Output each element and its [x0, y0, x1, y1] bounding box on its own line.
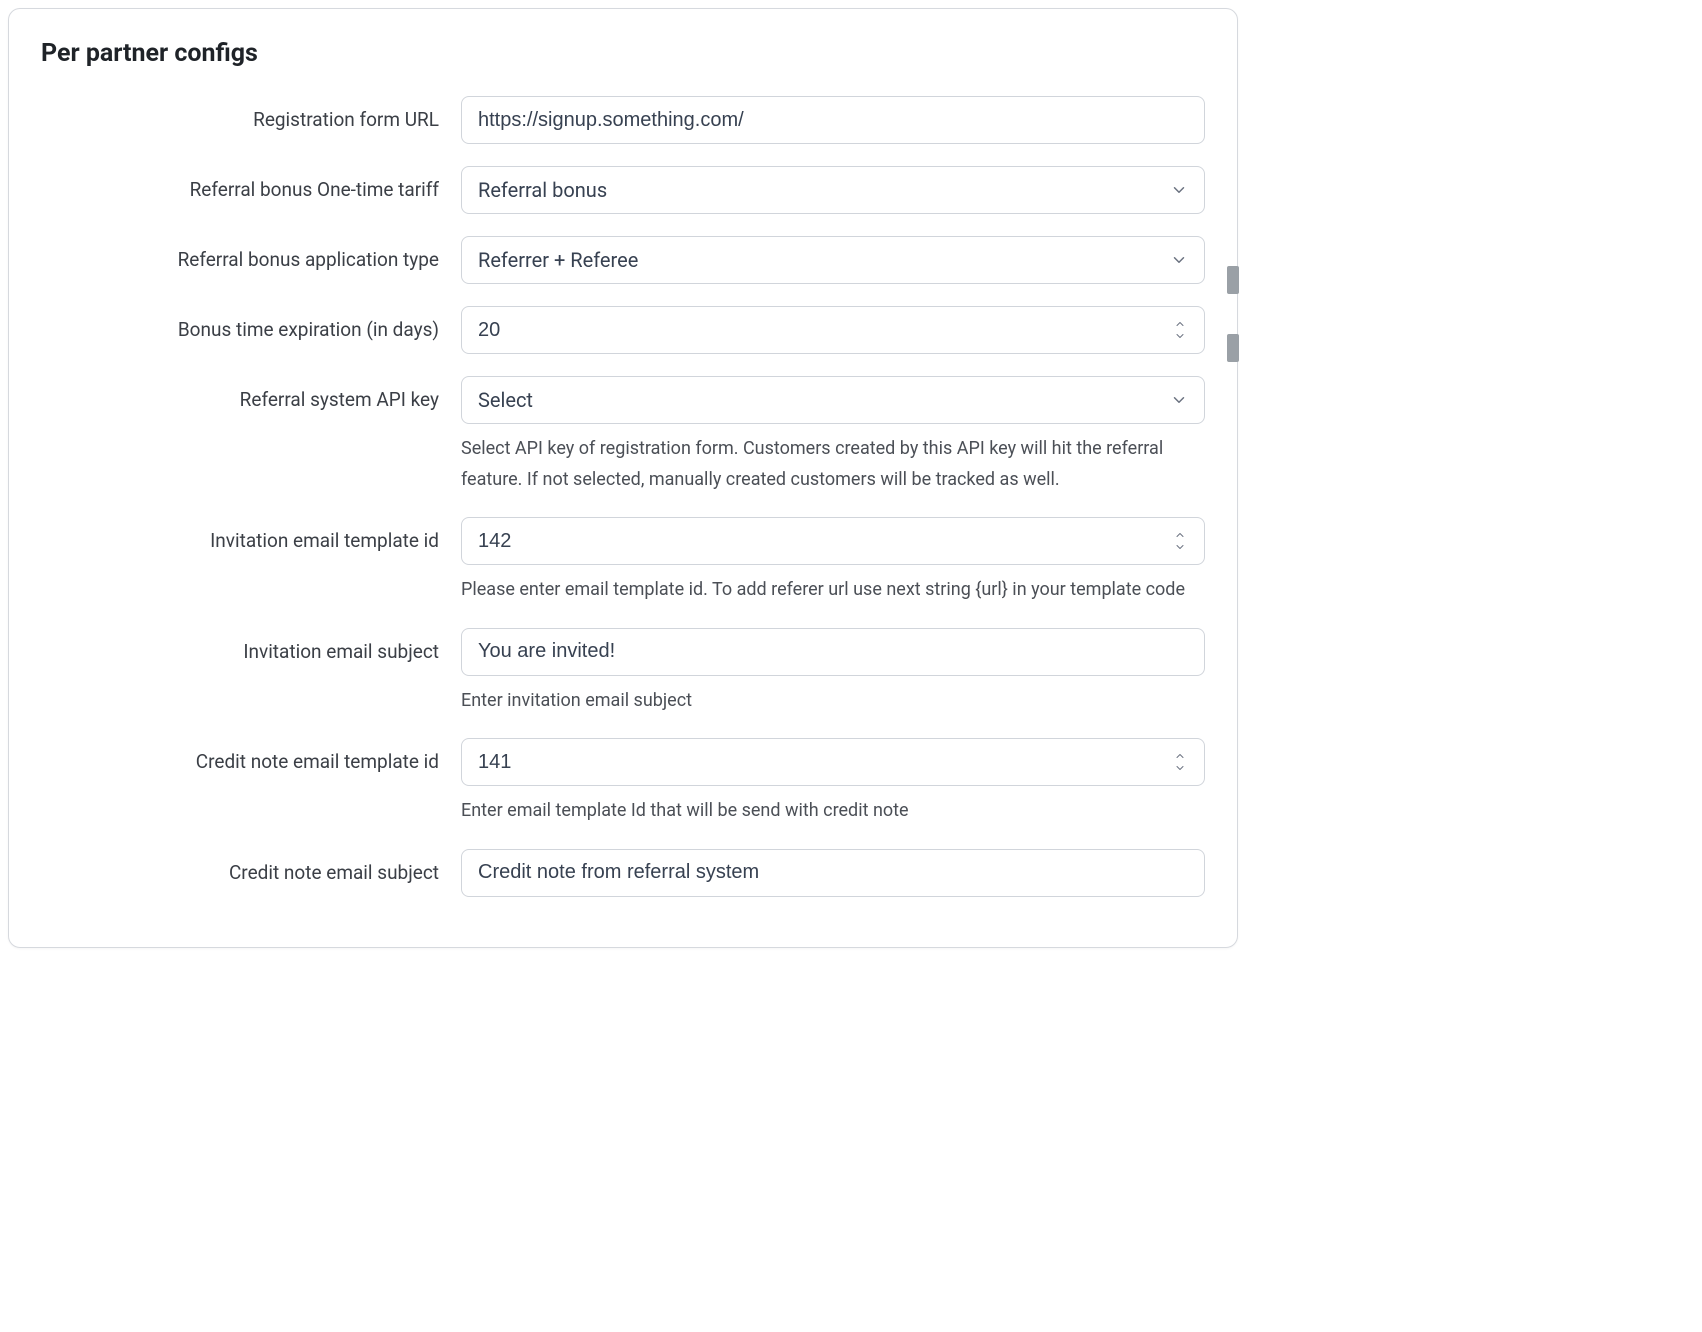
label-bonus-tariff: Referral bonus One-time tariff [41, 166, 461, 201]
section-title: Per partner configs [41, 39, 1205, 68]
api-key-help: Select API key of registration form. Cus… [461, 434, 1205, 495]
invitation-subject-input[interactable] [461, 628, 1205, 676]
stepper-down-icon[interactable] [1172, 330, 1188, 342]
stepper-up-icon[interactable] [1172, 318, 1188, 330]
bonus-tariff-select[interactable]: Referral bonus [461, 166, 1205, 214]
bonus-application-type-value: Referrer + Referee [478, 248, 638, 272]
stepper-down-icon[interactable] [1172, 762, 1188, 774]
row-invitation-subject: Invitation email subject Enter invitatio… [41, 628, 1205, 717]
invitation-subject-help: Enter invitation email subject [461, 686, 1205, 717]
api-key-select[interactable]: Select [461, 376, 1205, 424]
row-invitation-template-id: Invitation email template id Please ente… [41, 517, 1205, 606]
chevron-down-icon [1170, 181, 1188, 199]
label-registration-url: Registration form URL [41, 96, 461, 131]
chevron-down-icon [1170, 391, 1188, 409]
row-api-key: Referral system API key Select Select AP… [41, 376, 1205, 495]
credit-note-template-id-input[interactable] [461, 738, 1205, 786]
label-invitation-template-id: Invitation email template id [41, 517, 461, 552]
label-bonus-application-type: Referral bonus application type [41, 236, 461, 271]
bonus-tariff-value: Referral bonus [478, 178, 607, 202]
api-key-value: Select [478, 388, 533, 412]
stepper-up-icon[interactable] [1172, 750, 1188, 762]
label-api-key: Referral system API key [41, 376, 461, 411]
invitation-template-id-help: Please enter email template id. To add r… [461, 575, 1205, 606]
row-credit-note-template-id: Credit note email template id Enter emai… [41, 738, 1205, 827]
row-registration-url: Registration form URL [41, 96, 1205, 144]
scrollbar-nub[interactable] [1227, 334, 1239, 362]
label-bonus-expiration: Bonus time expiration (in days) [41, 306, 461, 341]
row-credit-note-subject: Credit note email subject [41, 849, 1205, 897]
label-invitation-subject: Invitation email subject [41, 628, 461, 663]
stepper-down-icon[interactable] [1172, 541, 1188, 553]
per-partner-configs-card: Per partner configs Registration form UR… [8, 8, 1238, 948]
row-bonus-tariff: Referral bonus One-time tariff Referral … [41, 166, 1205, 214]
credit-note-subject-input[interactable] [461, 849, 1205, 897]
bonus-expiration-input[interactable] [461, 306, 1205, 354]
label-credit-note-subject: Credit note email subject [41, 849, 461, 884]
chevron-down-icon [1170, 251, 1188, 269]
invitation-template-id-input[interactable] [461, 517, 1205, 565]
row-bonus-application-type: Referral bonus application type Referrer… [41, 236, 1205, 284]
bonus-application-type-select[interactable]: Referrer + Referee [461, 236, 1205, 284]
credit-note-template-id-help: Enter email template Id that will be sen… [461, 796, 1205, 827]
scrollbar-nub[interactable] [1227, 266, 1239, 294]
label-credit-note-template-id: Credit note email template id [41, 738, 461, 773]
registration-url-input[interactable] [461, 96, 1205, 144]
row-bonus-expiration: Bonus time expiration (in days) [41, 306, 1205, 354]
stepper-up-icon[interactable] [1172, 529, 1188, 541]
